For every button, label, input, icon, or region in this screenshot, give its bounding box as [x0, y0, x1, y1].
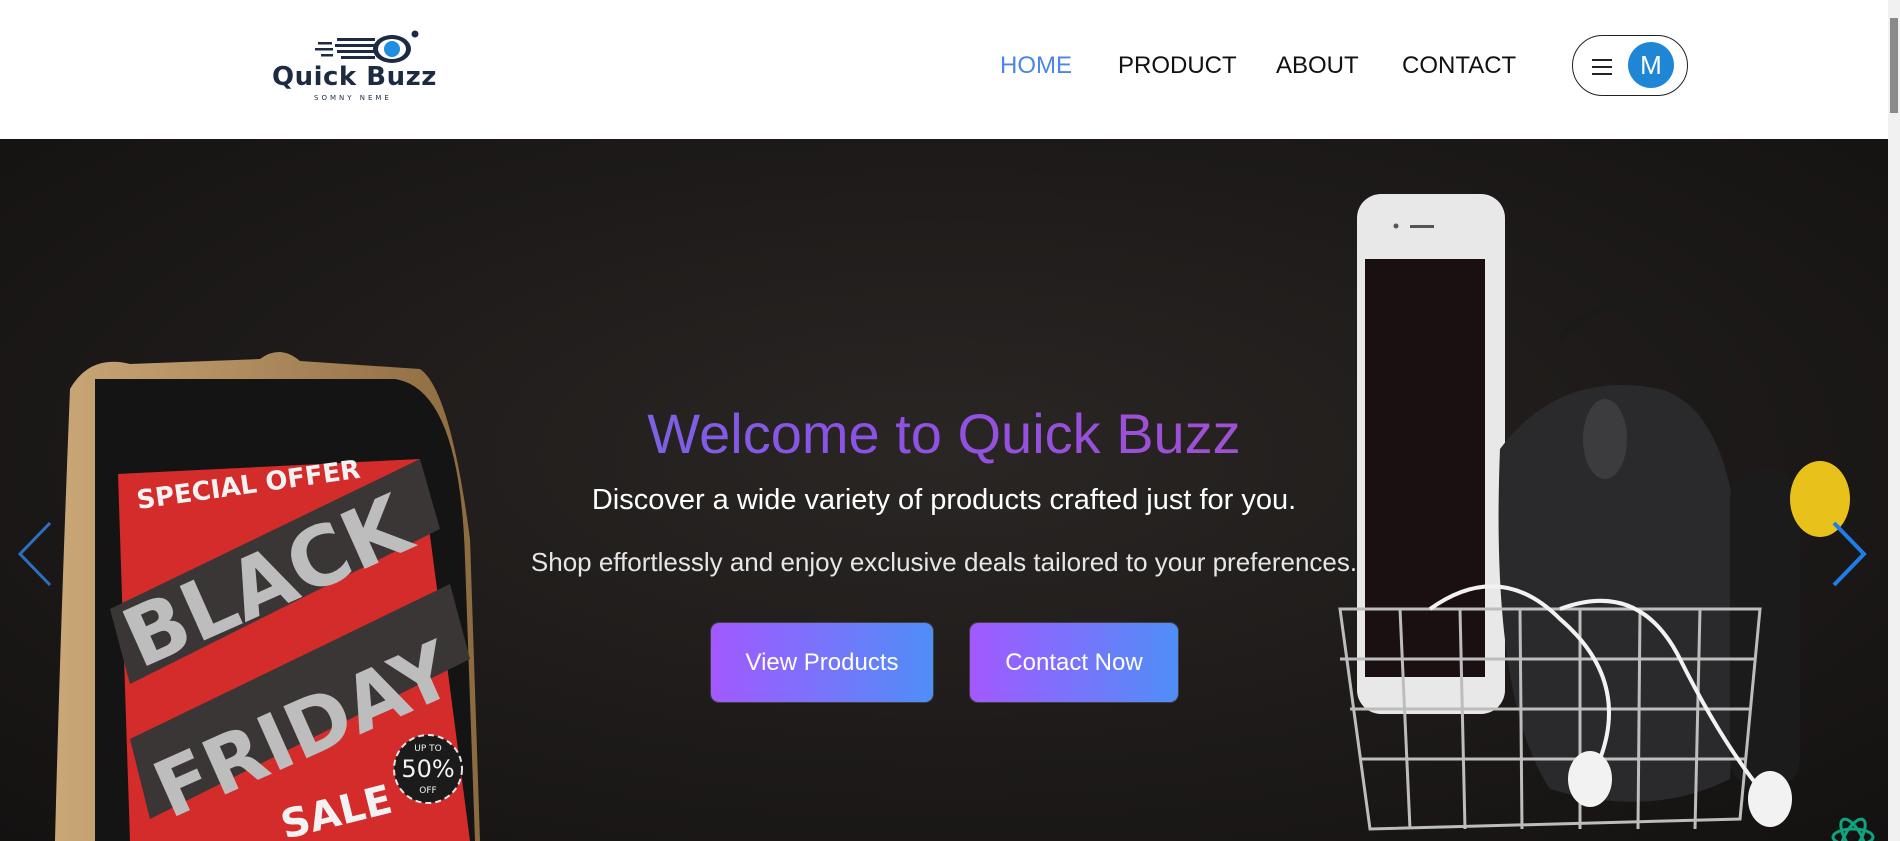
view-products-button[interactable]: View Products [711, 623, 933, 702]
nav-item-contact[interactable]: CONTACT [1402, 48, 1516, 84]
site-header: Quick Buzz SOMNY NEME HOME PRODUCT ABOUT… [0, 0, 1888, 139]
contact-now-button[interactable]: Contact Now [970, 623, 1178, 702]
user-menu-button[interactable]: M [1572, 35, 1688, 96]
scrollbar-thumb[interactable] [1890, 18, 1898, 113]
nav-item-product[interactable]: PRODUCT [1118, 48, 1237, 84]
hero-subtitle: Discover a wide variety of products craf… [591, 484, 1297, 516]
nav-item-home[interactable]: HOME [1000, 48, 1072, 84]
page-scrollbar[interactable] [1888, 0, 1900, 841]
hero-description: Shop effortlessly and enjoy exclusive de… [530, 547, 1358, 577]
brand-tagline: SOMNY NEME [314, 94, 392, 102]
svg-text:50%: 50% [401, 755, 454, 783]
chevron-right-icon[interactable] [1830, 519, 1870, 589]
svg-text:UP TO: UP TO [414, 744, 441, 754]
hero-carousel: SPECIAL OFFER BLACK FRIDAY SALE UP TO 50… [0, 139, 1888, 841]
hamburger-icon [1592, 59, 1612, 75]
ai-assistant-icon[interactable] [1828, 812, 1878, 841]
nav-item-about[interactable]: ABOUT [1276, 48, 1359, 84]
avatar: M [1628, 42, 1674, 88]
chevron-left-icon[interactable] [14, 519, 54, 589]
hero-title: Welcome to Quick Buzz [0, 401, 1888, 466]
svg-text:OFF: OFF [419, 786, 436, 796]
